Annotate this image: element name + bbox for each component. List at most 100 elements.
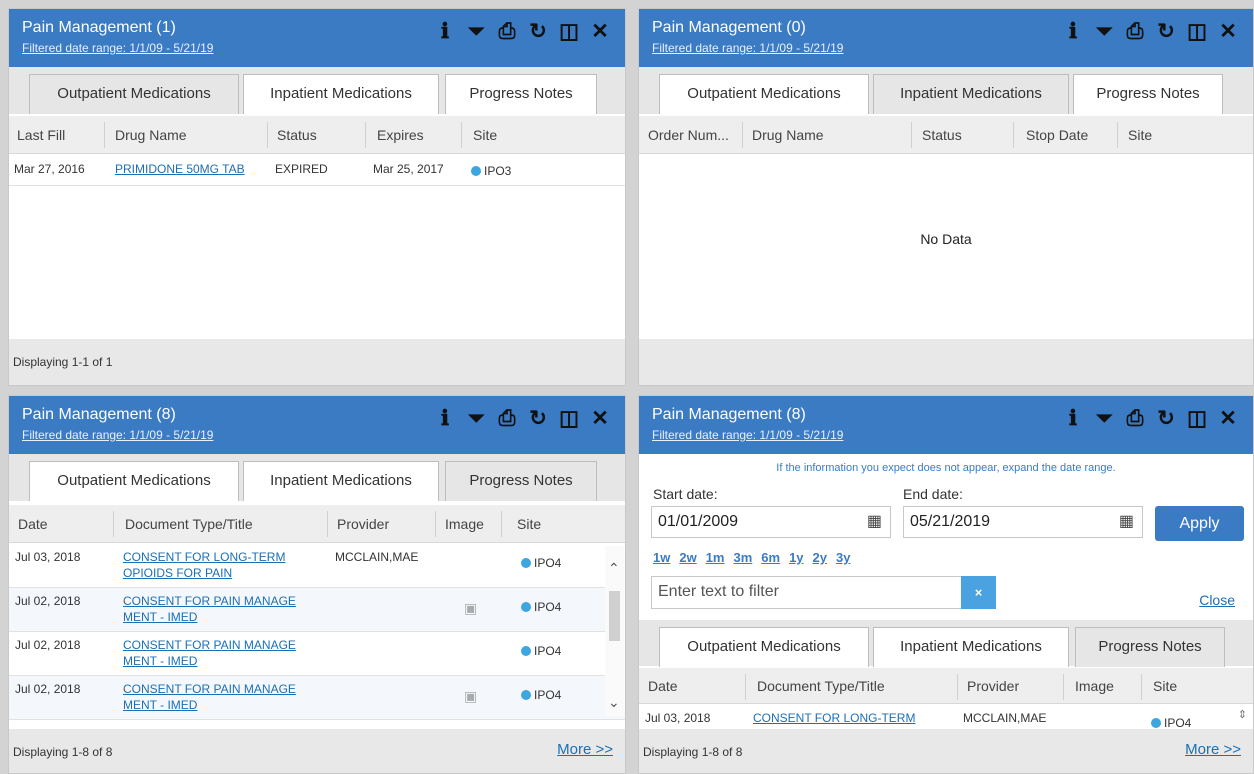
col-expires[interactable]: Expires xyxy=(377,127,424,143)
drug-name-link[interactable]: PRIMIDONE 50MG TAB xyxy=(115,162,245,176)
table-row[interactable]: Mar 27, 2016 PRIMIDONE 50MG TAB EXPIRED … xyxy=(9,154,625,186)
tab-inpatient-medications[interactable]: Inpatient Medications xyxy=(243,74,439,114)
col-site[interactable]: Site xyxy=(1128,127,1152,143)
col-stop-date[interactable]: Stop Date xyxy=(1026,127,1088,143)
filter-icon[interactable]: ⏷ xyxy=(465,408,487,430)
document-title-link-line2[interactable]: MENT - IMED xyxy=(123,610,197,624)
col-site[interactable]: Site xyxy=(473,127,497,143)
info-icon[interactable]: ℹ xyxy=(1062,408,1084,430)
col-drug-name[interactable]: Drug Name xyxy=(115,127,187,143)
scrollbar[interactable]: ⌃ ⌄ xyxy=(605,546,625,716)
col-date[interactable]: Date xyxy=(648,678,678,694)
document-title-link[interactable]: CONSENT FOR PAIN MANAGE xyxy=(123,638,296,652)
calendar-icon[interactable]: ▦ xyxy=(1119,507,1134,537)
maximize-icon[interactable]: ◫ xyxy=(1186,408,1208,430)
print-icon[interactable]: ⎙ xyxy=(1124,408,1146,430)
close-icon[interactable]: ✕ xyxy=(1217,408,1239,430)
print-icon[interactable]: ⎙ xyxy=(1124,21,1146,43)
chevron-down-icon[interactable]: ⌄ xyxy=(608,694,620,711)
filter-icon[interactable]: ⏷ xyxy=(465,21,487,43)
range-3m[interactable]: 3m xyxy=(733,550,752,565)
table-row[interactable]: Jul 02, 2018 CONSENT FOR PAIN MANAGE MEN… xyxy=(9,632,625,676)
refresh-icon[interactable]: ↻ xyxy=(1155,21,1177,43)
col-provider[interactable]: Provider xyxy=(337,516,389,532)
refresh-icon[interactable]: ↻ xyxy=(1155,408,1177,430)
more-link[interactable]: More >> xyxy=(557,741,613,758)
start-date-input[interactable]: 01/01/2009 ▦ xyxy=(651,506,891,538)
maximize-icon[interactable]: ◫ xyxy=(558,21,580,43)
apply-button[interactable]: Apply xyxy=(1155,506,1244,541)
tab-progress-notes[interactable]: Progress Notes xyxy=(1073,74,1223,114)
camera-icon[interactable]: ▣ xyxy=(464,600,477,617)
table-row[interactable]: Jul 03, 2018 CONSENT FOR LONG-TERM OPIOI… xyxy=(9,544,625,588)
col-image[interactable]: Image xyxy=(1075,678,1114,694)
document-title-link-line2[interactable]: MENT - IMED xyxy=(123,698,197,712)
close-icon[interactable]: ✕ xyxy=(1217,21,1239,43)
chevron-up-icon[interactable]: ⌃ xyxy=(608,560,620,577)
close-icon[interactable]: ✕ xyxy=(589,21,611,43)
refresh-icon[interactable]: ↻ xyxy=(527,408,549,430)
tab-outpatient-medications[interactable]: Outpatient Medications xyxy=(659,74,869,114)
tab-progress-notes[interactable]: Progress Notes xyxy=(445,461,597,501)
document-title-link[interactable]: CONSENT FOR PAIN MANAGE xyxy=(123,594,296,608)
col-image[interactable]: Image xyxy=(445,516,484,532)
col-drug-name[interactable]: Drug Name xyxy=(752,127,824,143)
camera-icon[interactable]: ▣ xyxy=(464,688,477,705)
tab-outpatient-medications[interactable]: Outpatient Medications xyxy=(29,461,239,501)
info-icon[interactable]: ℹ xyxy=(434,408,456,430)
range-3y[interactable]: 3y xyxy=(836,550,850,565)
col-order-num[interactable]: Order Num... xyxy=(648,127,729,143)
print-icon[interactable]: ⎙ xyxy=(496,21,518,43)
print-icon[interactable]: ⎙ xyxy=(496,408,518,430)
filtered-date-range-link[interactable]: Filtered date range: 1/1/09 - 5/21/19 xyxy=(22,41,213,55)
col-document-title[interactable]: Document Type/Title xyxy=(125,516,253,532)
text-filter-input[interactable]: Enter text to filter xyxy=(651,576,963,609)
range-1w[interactable]: 1w xyxy=(653,550,670,565)
col-status[interactable]: Status xyxy=(922,127,962,143)
filtered-date-range-link[interactable]: Filtered date range: 1/1/09 - 5/21/19 xyxy=(22,428,213,442)
document-title-link[interactable]: CONSENT FOR PAIN MANAGE xyxy=(123,682,296,696)
refresh-icon[interactable]: ↻ xyxy=(527,21,549,43)
range-6m[interactable]: 6m xyxy=(761,550,780,565)
table-row[interactable]: Jul 03, 2018 CONSENT FOR LONG-TERM MCCLA… xyxy=(639,704,1253,732)
tab-outpatient-medications[interactable]: Outpatient Medications xyxy=(29,74,239,114)
filtered-date-range-link[interactable]: Filtered date range: 1/1/09 - 5/21/19 xyxy=(652,41,843,55)
close-icon[interactable]: ✕ xyxy=(589,408,611,430)
col-status[interactable]: Status xyxy=(277,127,317,143)
tab-inpatient-medications[interactable]: Inpatient Medications xyxy=(873,627,1069,667)
filtered-date-range-link[interactable]: Filtered date range: 1/1/09 - 5/21/19 xyxy=(652,428,843,442)
end-date-input[interactable]: 05/21/2019 ▦ xyxy=(903,506,1143,538)
filter-icon[interactable]: ⏷ xyxy=(1093,21,1115,43)
col-site[interactable]: Site xyxy=(1153,678,1177,694)
range-2w[interactable]: 2w xyxy=(679,550,696,565)
scrollbar-thumb[interactable] xyxy=(609,591,620,641)
maximize-icon[interactable]: ◫ xyxy=(1186,21,1208,43)
scroll-arrows-icon[interactable]: ⇕ xyxy=(1238,708,1247,721)
clear-filter-button[interactable]: × xyxy=(961,576,996,609)
range-2y[interactable]: 2y xyxy=(813,550,827,565)
document-title-link[interactable]: CONSENT FOR LONG-TERM xyxy=(123,550,285,564)
more-link[interactable]: More >> xyxy=(1185,741,1241,758)
close-filter-link[interactable]: Close xyxy=(1199,592,1235,608)
info-icon[interactable]: ℹ xyxy=(434,21,456,43)
document-title-link[interactable]: CONSENT FOR LONG-TERM xyxy=(753,711,915,725)
table-row[interactable]: Jul 02, 2018 CONSENT FOR PAIN MANAGE MEN… xyxy=(9,676,625,720)
col-site[interactable]: Site xyxy=(517,516,541,532)
maximize-icon[interactable]: ◫ xyxy=(558,408,580,430)
col-document-title[interactable]: Document Type/Title xyxy=(757,678,885,694)
tab-outpatient-medications[interactable]: Outpatient Medications xyxy=(659,627,869,667)
range-1m[interactable]: 1m xyxy=(706,550,725,565)
col-provider[interactable]: Provider xyxy=(967,678,1019,694)
tab-inpatient-medications[interactable]: Inpatient Medications xyxy=(243,461,439,501)
table-row[interactable]: Jul 02, 2018 CONSENT FOR PAIN MANAGE MEN… xyxy=(9,588,625,632)
tab-progress-notes[interactable]: Progress Notes xyxy=(445,74,597,114)
range-1y[interactable]: 1y xyxy=(789,550,803,565)
filter-icon[interactable]: ⏷ xyxy=(1093,408,1115,430)
col-last-fill[interactable]: Last Fill xyxy=(17,127,65,143)
tab-progress-notes[interactable]: Progress Notes xyxy=(1075,627,1225,667)
tab-inpatient-medications[interactable]: Inpatient Medications xyxy=(873,74,1069,114)
col-date[interactable]: Date xyxy=(18,516,48,532)
info-icon[interactable]: ℹ xyxy=(1062,21,1084,43)
document-title-link-line2[interactable]: MENT - IMED xyxy=(123,654,197,668)
document-title-link-line2[interactable]: OPIOIDS FOR PAIN xyxy=(123,566,232,580)
